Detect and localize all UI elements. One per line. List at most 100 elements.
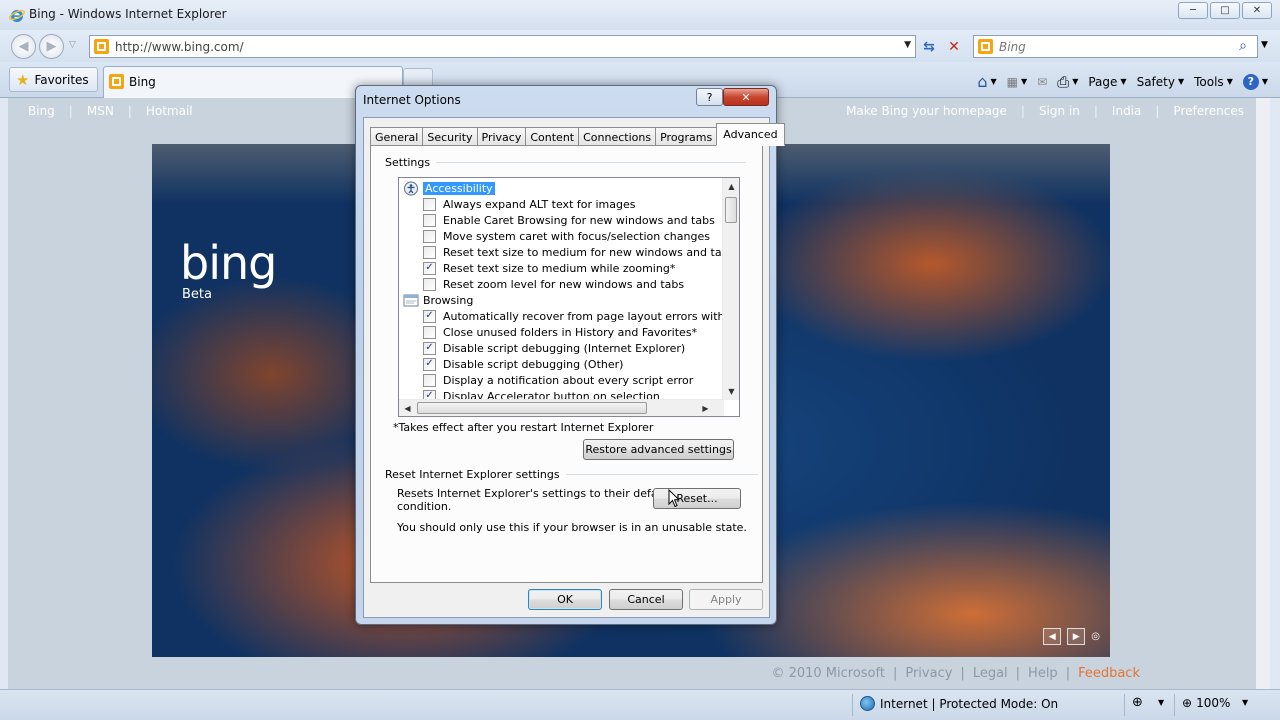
tab-content[interactable]: Content	[525, 127, 580, 146]
home-button[interactable]: ⌂ ▼	[973, 70, 1000, 93]
unchecked-checkbox[interactable]	[423, 213, 436, 227]
cancel-button[interactable]: Cancel	[609, 589, 683, 610]
preferences-link[interactable]: Preferences	[1173, 104, 1244, 118]
feeds-button[interactable]: ▦ ▼	[1003, 73, 1032, 91]
scroll-right-arrow-icon[interactable]: ▶	[697, 400, 714, 416]
legal-link[interactable]: Legal	[973, 666, 1008, 681]
restart-note: *Takes effect after you restart Internet…	[393, 421, 654, 434]
recent-pages-dropdown[interactable]: ▽	[69, 40, 76, 50]
tab-connections[interactable]: Connections	[578, 127, 657, 146]
scroll-thumb[interactable]	[725, 197, 737, 223]
nav-link-hotmail[interactable]: Hotmail	[146, 104, 193, 118]
checked-checkbox[interactable]: ✓	[423, 357, 436, 371]
read-mail-button[interactable]: ✉	[1033, 73, 1051, 91]
forward-button[interactable]: ▶	[39, 34, 64, 59]
tab-privacy[interactable]: Privacy	[476, 127, 527, 146]
tree-category[interactable]: Browsing	[403, 292, 473, 308]
unchecked-checkbox[interactable]	[423, 229, 436, 243]
previous-image-button[interactable]: ◀	[1043, 628, 1062, 645]
apply-button[interactable]: Apply	[689, 589, 763, 610]
unchecked-checkbox[interactable]	[423, 373, 436, 387]
status-separator	[1174, 694, 1175, 716]
checked-checkbox[interactable]: ✓	[423, 341, 436, 355]
scroll-up-arrow-icon[interactable]: ▲	[723, 178, 739, 195]
tree-setting[interactable]: Always expand ALT text for images	[423, 196, 636, 212]
url-text[interactable]: http://www.bing.com/	[115, 40, 244, 54]
tree-setting[interactable]: Reset text size to medium for new window…	[423, 244, 734, 260]
maximize-button[interactable]: □	[1210, 2, 1240, 19]
help-icon: ?	[1242, 73, 1259, 90]
favorites-button[interactable]: ★ Favorites	[9, 67, 98, 92]
tree-category[interactable]: Accessibility	[403, 180, 495, 196]
help-menu[interactable]: ? ▼	[1239, 72, 1272, 92]
zoom-control[interactable]: ⊕ 100%	[1182, 696, 1230, 710]
tab-security[interactable]: Security	[422, 127, 478, 146]
tools-menu-label: Tools	[1194, 74, 1224, 89]
sign-in-link[interactable]: Sign in	[1039, 104, 1080, 118]
search-icon[interactable]: ⌕	[1239, 38, 1247, 54]
window-title: Bing - Windows Internet Explorer	[29, 7, 227, 21]
tree-setting[interactable]: Close unused folders in History and Favo…	[423, 324, 697, 340]
tab-advanced[interactable]: Advanced	[716, 123, 785, 146]
help-link[interactable]: Help	[1028, 666, 1058, 681]
scroll-left-arrow-icon[interactable]: ◀	[399, 400, 416, 416]
nav-link-bing[interactable]: Bing	[28, 104, 55, 118]
tree-setting[interactable]: Enable Caret Browsing for new windows an…	[423, 212, 715, 228]
search-options-dropdown[interactable]: ▼	[1261, 40, 1268, 50]
checked-checkbox[interactable]: ✓	[423, 261, 436, 275]
settings-tree[interactable]: Accessibility Always expand ALT text for …	[398, 177, 740, 417]
protected-mode-dropdown[interactable]: ▼	[1158, 698, 1164, 707]
restore-advanced-settings-button[interactable]: Restore advanced settings	[583, 439, 734, 460]
page-scrollbar[interactable]	[1256, 98, 1270, 689]
tree-setting[interactable]: ✓ Disable script debugging (Internet Expl…	[423, 340, 685, 356]
tree-setting[interactable]: ✓ Disable script debugging (Other)	[423, 356, 623, 372]
security-zone[interactable]: Internet | Protected Mode: On	[860, 696, 1058, 711]
privacy-link[interactable]: Privacy	[905, 666, 952, 681]
tree-setting[interactable]: Display a notification about every scrip…	[423, 372, 693, 388]
compatibility-view-button[interactable]: ⇆	[918, 36, 940, 57]
back-button[interactable]: ◀	[11, 34, 36, 59]
scroll-down-arrow-icon[interactable]: ▼	[723, 383, 739, 400]
tree-setting[interactable]: ✓ Reset text size to medium while zooming…	[423, 260, 675, 276]
tree-category-label: Browsing	[423, 293, 474, 307]
search-box[interactable]: Bing ⌕	[973, 35, 1258, 58]
close-window-button[interactable]: ✕	[1242, 2, 1272, 19]
tools-menu[interactable]: Tools ▼	[1190, 73, 1237, 91]
page-menu[interactable]: Page ▼	[1084, 73, 1130, 91]
next-image-button[interactable]: ▶	[1067, 628, 1086, 645]
nav-link-msn[interactable]: MSN	[87, 104, 114, 118]
address-bar[interactable]: http://www.bing.com/ ▼	[89, 35, 916, 58]
tree-vertical-scrollbar[interactable]: ▲ ▼	[722, 178, 739, 400]
reset-button[interactable]: Reset...	[653, 488, 741, 509]
dialog-close-button[interactable]: ✕	[723, 88, 769, 106]
refresh-icon: ⇆	[923, 38, 935, 55]
print-button[interactable]: ⎙ ▼	[1053, 71, 1082, 93]
horizontal-scroll-thumb[interactable]	[417, 402, 647, 414]
tab-programs[interactable]: Programs	[655, 127, 718, 146]
image-info-icon[interactable]: ◎	[1091, 631, 1100, 642]
tree-setting[interactable]: Move system caret with focus/selection c…	[423, 228, 710, 244]
bing-logo: bing	[180, 236, 277, 290]
safety-menu[interactable]: Safety ▼	[1133, 73, 1189, 91]
back-arrow-icon: ◀	[18, 39, 29, 54]
stop-button[interactable]: ✕	[943, 36, 965, 57]
tree-horizontal-scrollbar[interactable]: ◀ ▶	[399, 399, 724, 416]
tree-setting[interactable]: ✓ Automatically recover from page layout …	[423, 308, 739, 324]
protected-mode-icon[interactable]: ⊕	[1132, 695, 1143, 710]
make-homepage-link[interactable]: Make Bing your homepage	[846, 104, 1007, 118]
region-link[interactable]: India	[1112, 104, 1141, 118]
tree-setting[interactable]: Reset zoom level for new windows and tab…	[423, 276, 684, 292]
internet-options-dialog: Internet Options ? ✕ General Security Pr…	[355, 85, 785, 625]
minimize-button[interactable]: ─	[1178, 2, 1208, 19]
checked-checkbox[interactable]: ✓	[423, 309, 436, 323]
unchecked-checkbox[interactable]	[423, 245, 436, 259]
feedback-link[interactable]: Feedback	[1078, 666, 1140, 681]
ok-button[interactable]: OK	[528, 589, 602, 610]
address-dropdown-icon[interactable]: ▼	[904, 40, 911, 50]
unchecked-checkbox[interactable]	[423, 325, 436, 339]
zoom-dropdown[interactable]: ▼	[1242, 698, 1248, 707]
dialog-help-button[interactable]: ?	[696, 88, 723, 106]
tab-general[interactable]: General	[370, 127, 424, 146]
unchecked-checkbox[interactable]	[423, 277, 436, 291]
unchecked-checkbox[interactable]	[423, 197, 436, 211]
